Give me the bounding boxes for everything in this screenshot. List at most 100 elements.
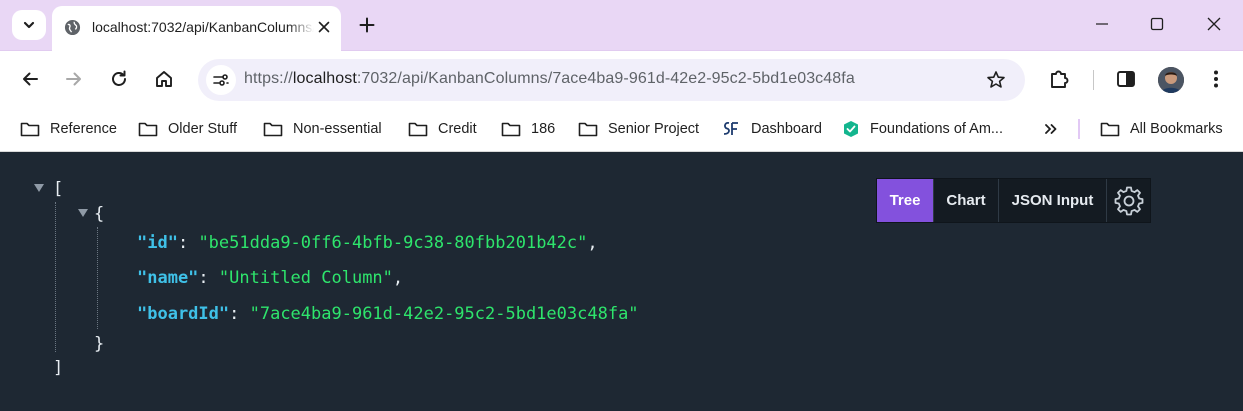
folder-icon (263, 122, 283, 137)
profile-avatar[interactable] (1158, 67, 1184, 93)
bookmark-label: Non-essential (293, 121, 382, 137)
back-button[interactable] (18, 67, 42, 91)
extensions-button[interactable] (1047, 67, 1071, 91)
active-tab[interactable]: localhost:7032/api/KanbanColumns/7ace4ba… (52, 6, 341, 51)
bookmark-label: Reference (50, 121, 117, 137)
tab-search-button[interactable] (12, 10, 46, 40)
maximize-icon (1150, 17, 1164, 31)
json-string-value: "7ace4ba9-961d-42e2-95c2-5bd1e03c48fa" (249, 304, 639, 324)
json-string-value: "Untitled Column" (218, 268, 393, 288)
close-icon (1207, 17, 1221, 31)
bookmark-label: Older Stuff (168, 121, 238, 137)
indent-guide (55, 202, 56, 352)
bookmark-reference[interactable]: Reference (20, 118, 117, 140)
globe-icon (64, 19, 81, 36)
tab-json-input[interactable]: JSON Input (999, 179, 1107, 222)
folder-icon (1100, 122, 1120, 137)
json-string-value: "be51dda9-0ff6-4bfb-9c38-80fbb201b42c" (198, 233, 588, 253)
bookmarks-overflow-button[interactable] (1040, 117, 1062, 141)
json-field-boardid: "boardId": "7ace4ba9-961d-42e2-95c2-5bd1… (137, 304, 639, 324)
json-separator: : (198, 268, 219, 288)
close-bracket: ] (53, 358, 64, 378)
bookmark-non-essential[interactable]: Non-essential (263, 118, 382, 140)
arrow-right-icon (66, 72, 81, 86)
json-separator: : (177, 233, 199, 253)
folder-icon (501, 122, 521, 137)
close-icon (318, 21, 330, 33)
bookmark-label: Foundations of Am... (870, 121, 1003, 137)
url-scheme: https:// (244, 70, 293, 87)
all-bookmarks-button[interactable]: All Bookmarks (1100, 118, 1223, 140)
bookmark-star-button[interactable] (984, 68, 1008, 92)
folder-icon (20, 122, 40, 137)
indent-guide (97, 227, 98, 329)
plus-icon (359, 17, 375, 33)
bookmark-186[interactable]: 186 (501, 118, 555, 140)
collapse-object-icon[interactable] (78, 209, 88, 217)
bookmark-label: Credit (438, 121, 477, 137)
gear-icon (1114, 186, 1143, 215)
json-separator: : (229, 304, 250, 324)
json-comma: , (392, 268, 404, 288)
folder-icon (578, 122, 598, 137)
bookmark-dashboard[interactable]: Dashboard (721, 118, 822, 140)
address-bar[interactable]: https://localhost:7032/api/KanbanColumns… (198, 59, 1025, 101)
reload-icon (112, 70, 126, 86)
minimize-button[interactable] (1090, 12, 1114, 36)
more-vert-icon (1214, 70, 1218, 88)
bookmarks-bar: Reference Older Stuff Non-essential Cred… (0, 107, 1243, 152)
bookmarks-separator (1078, 119, 1080, 139)
bookmark-older-stuff[interactable]: Older Stuff (138, 118, 237, 140)
close-window-button[interactable] (1202, 12, 1226, 36)
toolbar: https://localhost:7032/api/KanbanColumns… (0, 51, 1243, 107)
forward-button[interactable] (62, 67, 86, 91)
chevron-double-right-icon (1045, 124, 1057, 134)
close-brace: } (94, 334, 105, 354)
tab-tree[interactable]: Tree (877, 179, 934, 222)
json-field-name: "name": "Untitled Column", (137, 268, 403, 288)
bookmark-label: Senior Project (608, 121, 700, 137)
arrow-left-icon (23, 72, 38, 86)
maximize-button[interactable] (1145, 12, 1169, 36)
star-icon (987, 71, 1005, 88)
all-bookmarks-label: All Bookmarks (1130, 121, 1223, 137)
url-text: https://localhost:7032/api/KanbanColumns… (244, 70, 855, 88)
home-icon (156, 71, 172, 87)
menu-button[interactable] (1204, 67, 1228, 91)
site-info-button[interactable] (206, 65, 236, 95)
new-tab-button[interactable] (355, 13, 379, 37)
bookmark-credit[interactable]: Credit (408, 118, 477, 140)
avatar-icon (1158, 67, 1184, 93)
json-comma: , (587, 233, 598, 253)
sf-logo-icon (723, 122, 738, 135)
home-button[interactable] (152, 67, 176, 91)
bookmark-senior-project[interactable]: Senior Project (578, 118, 699, 140)
toolbar-divider (1093, 70, 1094, 90)
side-panel-button[interactable] (1114, 67, 1138, 91)
tab-title: localhost:7032/api/KanbanColumns/7ace4ba… (92, 19, 314, 35)
url-path: :7032/api/KanbanColumns/7ace4ba9-961d-42… (356, 70, 855, 87)
minimize-icon (1096, 23, 1108, 25)
json-key: "name" (137, 268, 199, 288)
open-brace: { (94, 204, 105, 224)
shield-check-icon (844, 121, 858, 137)
json-viewer: [ { "id": "be51dda9-0ff6-4bfb-9c38-80fbb… (0, 152, 1243, 411)
reload-button[interactable] (107, 67, 131, 91)
view-mode-toggle: Tree Chart JSON Input (876, 178, 1151, 223)
tune-icon (213, 74, 229, 86)
tab-close-button[interactable] (313, 16, 335, 38)
json-key: "id" (137, 233, 178, 253)
bookmark-label: Dashboard (751, 121, 822, 137)
folder-icon (138, 122, 158, 137)
folder-icon (408, 122, 428, 137)
side-panel-icon (1117, 71, 1135, 87)
puzzle-icon (1051, 70, 1069, 88)
tab-chart[interactable]: Chart (934, 179, 999, 222)
url-host: localhost (292, 70, 357, 87)
settings-button[interactable] (1107, 179, 1150, 222)
tab-strip: localhost:7032/api/KanbanColumns/7ace4ba… (0, 0, 1243, 51)
collapse-array-icon[interactable] (34, 184, 44, 192)
bookmark-label: 186 (531, 121, 556, 137)
open-bracket: [ (53, 179, 64, 199)
bookmark-foundations[interactable]: Foundations of Am... (842, 118, 1003, 140)
